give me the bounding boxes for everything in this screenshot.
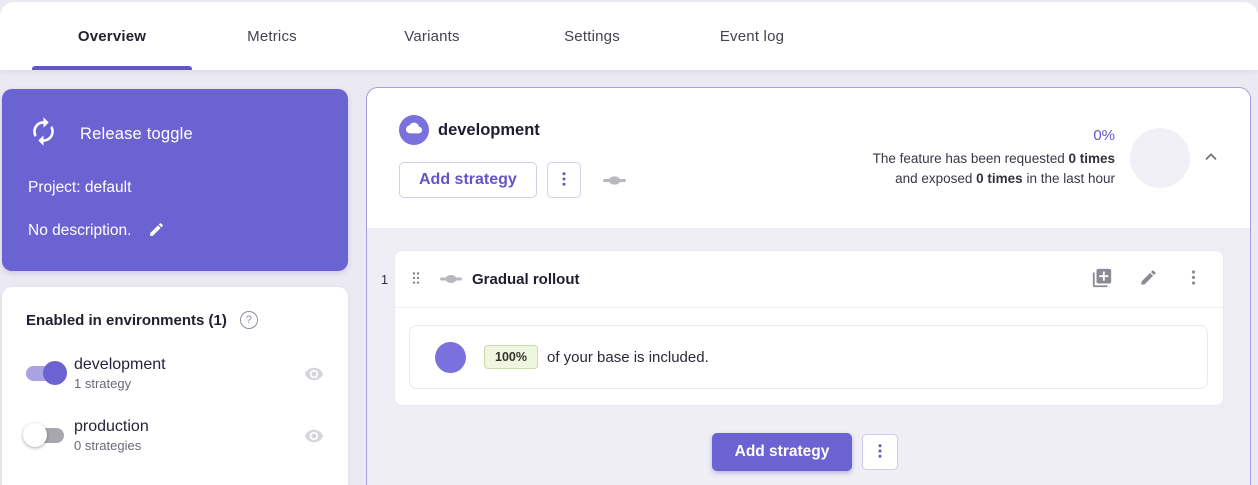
tab-label: Settings (564, 28, 620, 45)
strategy-header: Gradual rollout (395, 251, 1223, 308)
rollout-strategy-icon (602, 168, 627, 193)
description-text: No description. (28, 222, 131, 240)
environments-title: Enabled in environments (1) (26, 312, 227, 329)
strategy-body: 100% of your base is included. (395, 308, 1223, 405)
toggle-thumb (43, 361, 67, 385)
production-toggle[interactable] (26, 428, 64, 443)
chevron-up-icon (1202, 148, 1220, 169)
strategy-card: Gradual rollout (394, 250, 1224, 406)
environment-menu-button[interactable] (547, 162, 581, 198)
tab-bar: Overview Metrics Variants Settings Event… (0, 2, 1258, 70)
active-tab-indicator (32, 66, 192, 70)
rollout-percentage-badge: 100% (484, 345, 538, 369)
tab-metrics[interactable]: Metrics (192, 2, 352, 70)
environment-accordion-card: development Add strategy 0% (366, 87, 1251, 485)
rollout-summary-box: 100% of your base is included. (409, 325, 1208, 389)
environment-header: development Add strategy 0% (367, 88, 1250, 228)
copy-icon (1091, 267, 1113, 292)
tab-label: Variants (404, 28, 460, 45)
metrics-line-2: and exposed 0 times in the last hour (873, 169, 1115, 189)
environment-name: development (74, 356, 166, 374)
drag-indicator-icon (408, 268, 424, 291)
cloud-icon (406, 120, 422, 141)
release-toggle-card: Release toggle Project: default No descr… (2, 89, 348, 271)
collapse-button[interactable] (1202, 148, 1220, 169)
toggle-thumb (23, 423, 47, 447)
tab-label: Metrics (247, 28, 297, 45)
environment-strategy-count: 1 strategy (74, 376, 166, 391)
visibility-icon[interactable] (304, 364, 324, 384)
environment-title: development (438, 121, 540, 140)
copy-strategy-button[interactable] (1091, 267, 1113, 292)
feature-toggle-page: Overview Metrics Variants Settings Event… (0, 0, 1258, 485)
tab-variants[interactable]: Variants (352, 2, 512, 70)
toggle-type-label: Release toggle (80, 125, 193, 144)
kebab-menu-icon (555, 170, 573, 191)
metrics-summary: 0% The feature has been requested 0 time… (873, 127, 1115, 189)
tab-label: Overview (78, 28, 146, 45)
add-strategy-button[interactable]: Add strategy (399, 162, 537, 198)
tab-label: Event log (720, 28, 784, 45)
environment-row-development: development 1 strategy (26, 356, 324, 391)
visibility-icon[interactable] (304, 426, 324, 446)
kebab-menu-icon (871, 442, 889, 463)
drag-handle[interactable] (408, 268, 424, 291)
environments-card: Enabled in environments (1) ? developmen… (2, 287, 348, 485)
strategy-list: 1 Gradual rollout (367, 228, 1250, 471)
rollout-strategy-icon (439, 267, 463, 291)
metrics-percent: 0% (873, 127, 1115, 144)
strategy-menu-button[interactable] (1184, 268, 1203, 290)
pencil-icon (148, 221, 165, 241)
environment-avatar (399, 115, 429, 145)
kebab-menu-icon (1184, 268, 1203, 290)
refresh-icon (28, 116, 59, 152)
development-toggle[interactable] (26, 366, 64, 381)
metrics-donut (1130, 128, 1190, 188)
environment-row-production: production 0 strategies (26, 418, 324, 453)
tab-settings[interactable]: Settings (512, 2, 672, 70)
edit-description-button[interactable] (148, 221, 165, 241)
strategy-title: Gradual rollout (472, 271, 580, 288)
environment-name: production (74, 418, 149, 436)
rollout-circle-icon (435, 342, 466, 373)
pencil-icon (1139, 268, 1158, 290)
strategy-footer-actions: Add strategy (375, 433, 1224, 471)
edit-strategy-button[interactable] (1139, 268, 1158, 290)
add-strategy-button[interactable]: Add strategy (712, 433, 853, 471)
environment-strategy-count: 0 strategies (74, 438, 149, 453)
tab-overview[interactable]: Overview (32, 2, 192, 70)
metrics-line-1: The feature has been requested 0 times (873, 149, 1115, 169)
strategy-index: 1 (375, 250, 394, 406)
rollout-description: of your base is included. (547, 349, 709, 366)
more-strategy-options-button[interactable] (862, 434, 898, 470)
help-icon[interactable]: ? (240, 311, 258, 329)
project-label: Project: default (28, 179, 348, 197)
tab-event-log[interactable]: Event log (672, 2, 832, 70)
